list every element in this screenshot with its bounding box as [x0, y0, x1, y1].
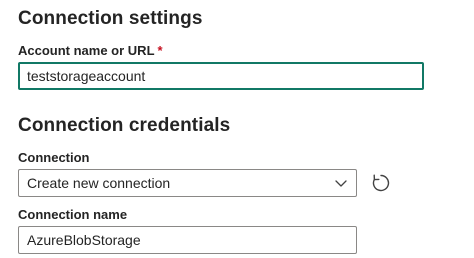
required-indicator: * — [157, 43, 163, 58]
account-name-input[interactable] — [18, 62, 424, 90]
connection-credentials-heading: Connection credentials — [18, 115, 231, 136]
connection-dropdown-value: Create new connection — [27, 175, 171, 191]
account-name-label-text: Account name or URL — [18, 43, 155, 58]
connection-dropdown[interactable]: Create new connection — [18, 169, 357, 197]
connection-name-input[interactable] — [18, 226, 357, 254]
connection-label: Connection — [18, 150, 90, 165]
refresh-icon — [370, 172, 392, 194]
connection-name-label: Connection name — [18, 207, 128, 222]
refresh-button[interactable] — [368, 170, 394, 196]
connection-settings-heading: Connection settings — [18, 8, 203, 29]
account-name-label: Account name or URL * — [18, 43, 163, 59]
chevron-down-icon — [334, 176, 348, 190]
